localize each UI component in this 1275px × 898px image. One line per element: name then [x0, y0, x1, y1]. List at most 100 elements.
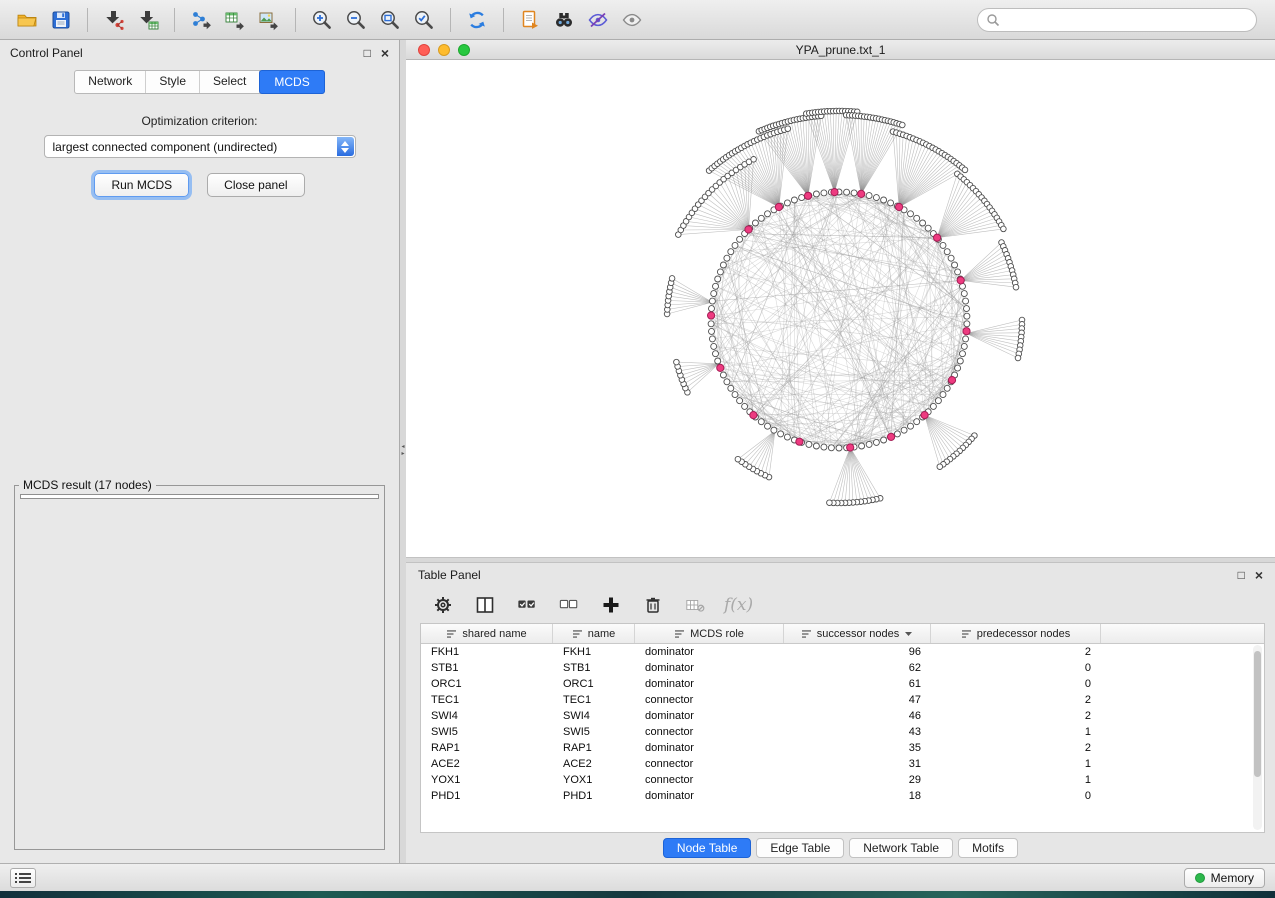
table-cell: 1	[931, 772, 1101, 788]
node-table: shared namenameMCDS rolesuccessor nodes p…	[420, 623, 1265, 833]
close-table-panel-icon[interactable]: ×	[1255, 569, 1263, 581]
criterion-select[interactable]: largest connected component (undirected)	[44, 135, 356, 158]
export-network-button[interactable]	[184, 5, 218, 35]
table-cell: connector	[635, 724, 784, 740]
window-close-button[interactable]	[418, 44, 430, 56]
table-row[interactable]: ORC1ORC1dominator610	[421, 676, 1264, 692]
tab-network-table[interactable]: Network Table	[849, 838, 953, 858]
trash-icon	[643, 595, 663, 615]
zoom-fit-button[interactable]	[373, 5, 407, 35]
search-box[interactable]	[977, 8, 1257, 32]
search-input[interactable]	[1005, 13, 1248, 27]
column-header-MCDS-role[interactable]: MCDS role	[635, 624, 784, 643]
hide-details-button[interactable]	[581, 5, 615, 35]
table-cell: dominator	[635, 708, 784, 724]
table-cell: TEC1	[553, 692, 635, 708]
desktop-background	[0, 891, 1275, 898]
table-cell: PHD1	[421, 788, 553, 804]
import-table-button[interactable]	[131, 5, 165, 35]
network-graph[interactable]	[406, 60, 1275, 557]
table-cell: RAP1	[421, 740, 553, 756]
table-row[interactable]: RAP1RAP1dominator352	[421, 740, 1264, 756]
export-table-button[interactable]	[218, 5, 252, 35]
scrollbar-thumb[interactable]	[1254, 651, 1261, 777]
tab-style[interactable]: Style	[146, 71, 200, 93]
table-cell: dominator	[635, 676, 784, 692]
unselect-all-columns-button[interactable]	[556, 592, 582, 618]
table-row[interactable]: SWI5SWI5connector431	[421, 724, 1264, 740]
import-network-button[interactable]	[97, 5, 131, 35]
select-all-columns-button[interactable]	[514, 592, 540, 618]
control-panel-header: Control Panel □ ×	[0, 40, 399, 66]
show-columns-button[interactable]	[472, 592, 498, 618]
table-cell: FKH1	[421, 644, 553, 660]
table-cell: connector	[635, 772, 784, 788]
table-row[interactable]: FKH1FKH1dominator962	[421, 644, 1264, 660]
column-label: predecessor nodes	[977, 628, 1071, 640]
close-panel-button[interactable]: Close panel	[207, 173, 304, 197]
zoom-in-button[interactable]	[305, 5, 339, 35]
snapshot-button[interactable]	[513, 5, 547, 35]
table-panel-title: Table Panel	[418, 568, 481, 582]
window-minimize-button[interactable]	[438, 44, 450, 56]
create-column-button[interactable]	[598, 592, 624, 618]
table-header-row: shared namenameMCDS rolesuccessor nodes p…	[421, 624, 1264, 644]
column-header-name[interactable]: name	[553, 624, 635, 643]
run-mcds-button[interactable]: Run MCDS	[94, 173, 189, 197]
memory-button[interactable]: Memory	[1184, 868, 1265, 888]
delete-table-button	[682, 592, 708, 618]
table-cell: 62	[784, 660, 931, 676]
search-network-button[interactable]	[547, 5, 581, 35]
splitter-collapse-icon[interactable]: ◂▸	[400, 444, 406, 458]
column-header-successor-nodes[interactable]: successor nodes	[784, 624, 931, 643]
panel-menu-button[interactable]	[10, 868, 36, 888]
export-network-icon	[190, 9, 212, 31]
zoom-selected-icon	[413, 9, 435, 31]
close-panel-icon[interactable]: ×	[381, 47, 389, 59]
tab-motifs[interactable]: Motifs	[958, 838, 1018, 858]
table-cell: 29	[784, 772, 931, 788]
float-panel-icon[interactable]: □	[364, 47, 371, 59]
column-header-shared-name[interactable]: shared name	[421, 624, 553, 643]
open-file-button[interactable]	[10, 5, 44, 35]
tab-network[interactable]: Network	[75, 71, 146, 93]
apply-layout-button[interactable]	[460, 5, 494, 35]
table-cell: SWI4	[553, 708, 635, 724]
tab-mcds[interactable]: MCDS	[259, 70, 324, 94]
table-row[interactable]: STB1STB1dominator620	[421, 660, 1264, 676]
tab-edge-table[interactable]: Edge Table	[756, 838, 844, 858]
tab-node-table[interactable]: Node Table	[663, 838, 752, 858]
table-row[interactable]: ACE2ACE2connector311	[421, 756, 1264, 772]
export-image-button[interactable]	[252, 5, 286, 35]
table-cell: ACE2	[421, 756, 553, 772]
table-row[interactable]: YOX1YOX1connector291	[421, 772, 1264, 788]
control-panel: Control Panel □ × NetworkStyleSelectMCDS…	[0, 40, 400, 863]
table-cell: 1	[931, 724, 1101, 740]
zoom-selected-button[interactable]	[407, 5, 441, 35]
column-header-predecessor-nodes[interactable]: predecessor nodes	[931, 624, 1101, 643]
mcds-result-item[interactable]: PHD1	[21, 498, 378, 499]
table-scrollbar[interactable]	[1253, 645, 1262, 830]
import-table-icon	[137, 9, 159, 31]
table-row[interactable]: SWI4SWI4dominator462	[421, 708, 1264, 724]
show-details-button[interactable]	[615, 5, 649, 35]
table-panel: Table Panel □ ×	[406, 563, 1275, 863]
window-zoom-button[interactable]	[458, 44, 470, 56]
export-table-icon	[224, 9, 246, 31]
panel-splitter[interactable]: ◂▸	[400, 40, 406, 863]
table-tabs: Node TableEdge TableNetwork TableMotifs	[406, 833, 1275, 863]
network-view[interactable]	[406, 60, 1275, 557]
table-row[interactable]: TEC1TEC1connector472	[421, 692, 1264, 708]
cytoscape-window: Control Panel □ × NetworkStyleSelectMCDS…	[0, 0, 1275, 898]
zoom-out-button[interactable]	[339, 5, 373, 35]
sort-icon	[572, 629, 583, 639]
float-table-panel-icon[interactable]: □	[1238, 569, 1245, 581]
save-session-button[interactable]	[44, 5, 78, 35]
sort-icon	[801, 629, 812, 639]
search-icon	[986, 13, 1000, 27]
table-row[interactable]: PHD1PHD1dominator180	[421, 788, 1264, 804]
table-settings-button[interactable]	[430, 592, 456, 618]
tab-select[interactable]: Select	[200, 71, 260, 93]
control-panel-spacer	[0, 197, 399, 478]
delete-column-button[interactable]	[640, 592, 666, 618]
